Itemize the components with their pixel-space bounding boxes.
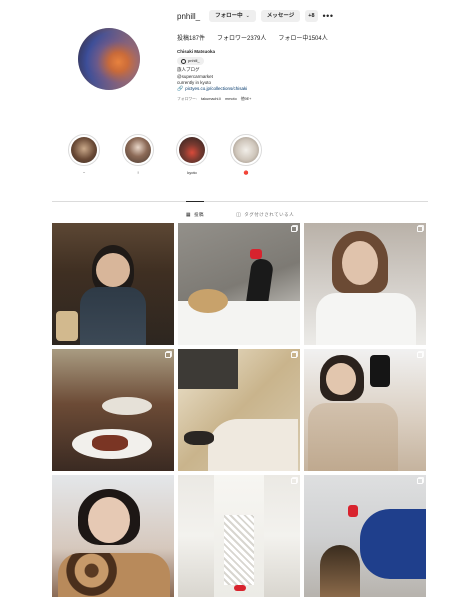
carousel-icon [291,352,297,358]
followed-by-user: mmoto [225,97,237,102]
tab-label: 投稿 [194,212,205,217]
carousel-icon [291,478,297,484]
post-subject [360,509,426,579]
post-subject [308,403,398,471]
following-button-label: フォロー中 [215,13,243,19]
carousel-icon [417,226,423,232]
bio-link-text: pictyes.co.jp/collections/chisaki [185,86,248,92]
threads-badge[interactable]: pnhill_ [177,57,204,66]
posts-grid [52,223,427,597]
bio-link[interactable]: 🔗 pictyes.co.jp/collections/chisaki [177,86,417,92]
post-subject [320,545,360,597]
highlight-item[interactable]: kyoto [176,134,208,176]
highlight-label: ~ [82,170,86,175]
tag-icon: ◫ [236,212,242,218]
followed-by-prefix: フォロワー: [177,97,198,102]
post-subject [178,349,238,389]
message-button[interactable]: メッセージ [260,10,301,22]
tab-label: タグ付けされている人 [244,212,295,217]
post-thumbnail[interactable] [52,223,174,345]
display-name: Chisaki Matsuoka [177,49,216,54]
post-subject [88,497,130,543]
post-subject [326,363,356,395]
post-detail [184,431,214,445]
tab-tagged[interactable]: ◫ タグ付けされている人 [236,201,294,221]
threads-icon [181,58,186,64]
followed-by[interactable]: フォロワー: takumachi.li mmoto 他9E+ [177,96,417,102]
profile-stats: 投稿187件 フォロワー2379人 フォロー中1504人 [177,33,328,42]
profile-tabs: ▦ 投稿 ◫ タグ付けされている人 [52,201,428,221]
highlight-item[interactable]: ~ [68,134,100,176]
post-subject [96,253,130,287]
followed-by-user: takumachi.li [201,97,222,102]
highlight-cover [179,137,205,163]
username: pnhill_ [177,11,201,21]
post-detail [370,355,390,387]
post-thumbnail[interactable] [52,475,174,597]
post-thumbnail[interactable] [304,223,426,345]
profile-bio: Chisaki Matsuoka pnhill_ 旅人ブログ @supercar… [177,49,417,102]
posts-count: 投稿187件 [177,36,206,42]
post-thumbnail[interactable] [52,349,174,471]
following-button[interactable]: フォロー中 ⌄ [209,10,256,22]
post-detail [250,249,262,259]
highlight-item[interactable]: ! [122,134,154,176]
post-subject [58,553,170,597]
following-count[interactable]: フォロー中1504人 [278,33,327,42]
grid-icon: ▦ [185,212,192,218]
highlight-label: kyoto [187,170,197,175]
post-detail [348,505,358,517]
post-subject [208,419,298,471]
post-thumbnail[interactable] [304,475,426,597]
highlight-label: 🔴 [243,170,249,175]
post-detail [92,435,128,451]
post-detail [234,585,246,591]
highlight-cover [125,137,151,163]
post-subject [342,241,378,285]
carousel-icon [417,478,423,484]
followed-by-user: 他9E+ [240,97,252,102]
post-thumbnail[interactable] [178,475,300,597]
chevron-down-icon: ⌄ [245,13,250,19]
story-highlights: ~ ! kyoto 🔴 [68,134,262,176]
followers-count[interactable]: フォロワー2379人 [217,33,266,42]
carousel-icon [165,352,171,358]
post-subject [316,293,416,345]
highlight-cover [71,137,97,163]
carousel-icon [417,352,423,358]
more-options-icon[interactable]: ••• [323,11,334,21]
post-thumbnail[interactable] [304,349,426,471]
post-detail [224,515,254,585]
highlight-cover [233,137,259,163]
profile-avatar[interactable] [78,28,140,90]
tab-posts[interactable]: ▦ 投稿 [185,201,205,221]
post-detail [56,311,78,341]
profile-header: pnhill_ フォロー中 ⌄ メッセージ +8 ••• [177,9,333,23]
post-thumbnail[interactable] [178,349,300,471]
post-subject [80,287,146,345]
post-thumbnail[interactable] [178,223,300,345]
post-detail [102,397,152,415]
highlight-label: ! [137,170,139,175]
threads-handle: pnhill_ [188,58,200,64]
post-detail [188,289,228,313]
carousel-icon [291,226,297,232]
add-user-icon[interactable]: +8 [305,10,318,22]
highlight-item[interactable]: 🔴 [230,134,262,176]
link-icon: 🔗 [177,86,184,93]
